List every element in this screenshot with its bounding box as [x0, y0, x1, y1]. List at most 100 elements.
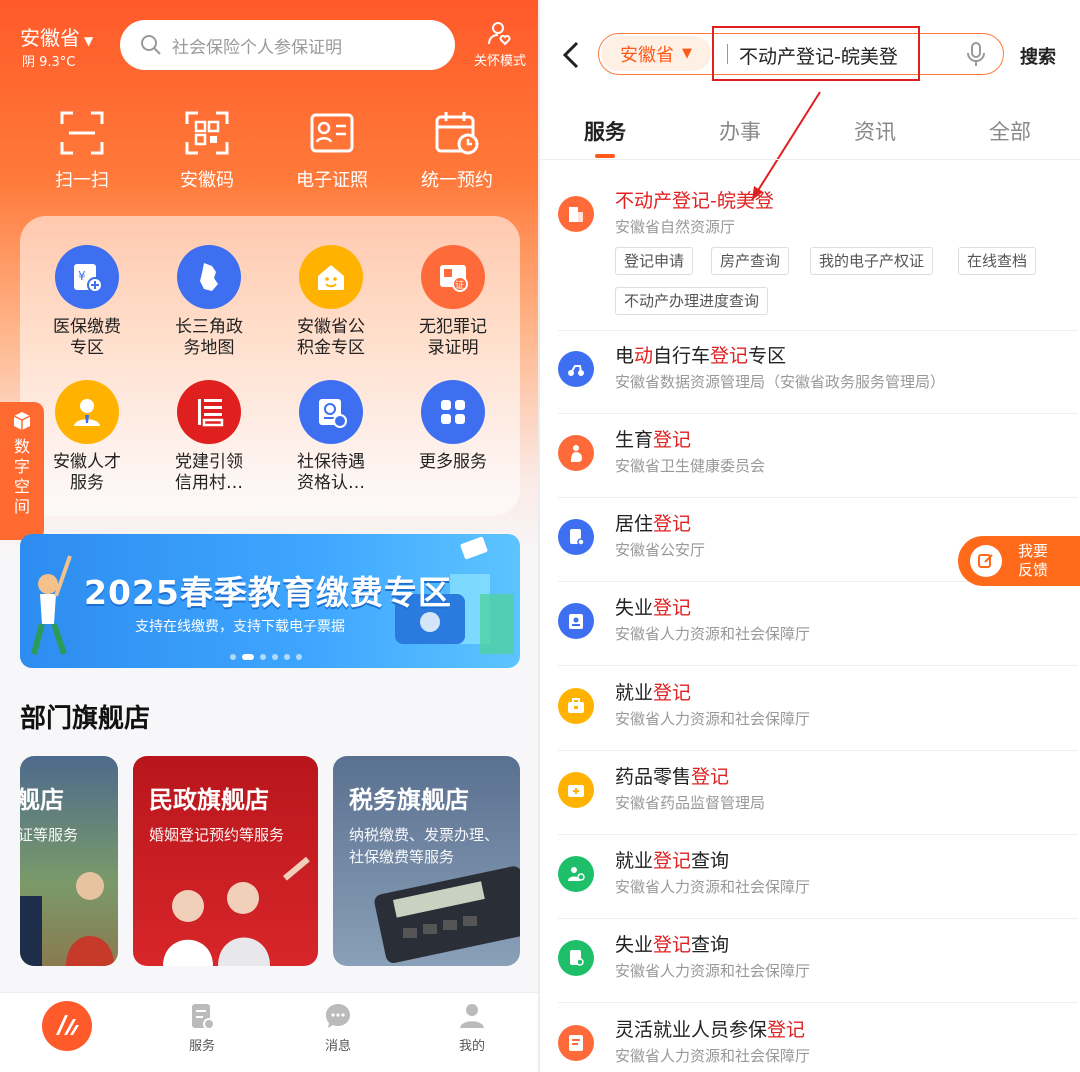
- anhui-code-button[interactable]: 安徽码: [145, 110, 269, 192]
- home-tab[interactable]: [42, 1001, 92, 1051]
- chip-e-property-cert[interactable]: 我的电子产权证: [810, 247, 934, 275]
- store-title: 民政旗舰店: [149, 786, 269, 814]
- service-label: 资格认…: [297, 473, 365, 493]
- chip-property-query[interactable]: 房产查询: [711, 247, 790, 275]
- digital-space-tab[interactable]: 数 字 空 间: [0, 402, 44, 540]
- service-social-security-qualification[interactable]: 社保待遇 资格认…: [269, 380, 393, 494]
- appointment-button[interactable]: 统一预约: [395, 110, 519, 192]
- title-text: 就业: [615, 682, 654, 704]
- result-title: 电动自行车登记专区: [615, 341, 786, 368]
- side-tab-char: 数: [13, 437, 30, 456]
- service-housing-fund[interactable]: 安徽省公 积金专区: [269, 245, 393, 359]
- cube-icon: [13, 412, 31, 430]
- services-tab[interactable]: 服务: [162, 1001, 242, 1054]
- title-highlight: 登记: [653, 597, 692, 619]
- store-photo: [20, 872, 114, 966]
- anhui-code-label: 安徽码: [180, 170, 234, 191]
- id-card-icon: [310, 113, 354, 153]
- title-text: 居住: [615, 513, 654, 535]
- service-yrd-map[interactable]: 长三角政 务地图: [147, 245, 271, 359]
- carousel-dot-active: [242, 654, 254, 660]
- document-icon: [558, 519, 594, 555]
- search-input[interactable]: 社会保险个人参保证明: [120, 20, 455, 70]
- store-card-partial[interactable]: 舰店 证等服务: [20, 756, 118, 966]
- title-highlight: 动: [634, 345, 654, 367]
- messages-tab-label: 消息: [324, 1039, 351, 1054]
- service-medical-insurance[interactable]: ¥ 医保缴费 专区: [25, 245, 149, 359]
- result-title: 就业登记: [615, 678, 691, 705]
- service-no-criminal-record[interactable]: 证 无犯罪记 录证明: [391, 245, 515, 359]
- home-screen: 安徽省 ▼ 阴 9.3°C 社会保险个人参保证明 关怀模式 扫一扫 安徽码 电子证…: [0, 0, 538, 1072]
- tab-news[interactable]: 资讯: [830, 116, 920, 146]
- carousel-dot: [260, 654, 266, 660]
- title-text: 生育: [615, 429, 654, 451]
- province-label: 安徽省: [20, 26, 80, 50]
- province-selector[interactable]: 安徽省 ▼: [601, 36, 711, 71]
- care-mode-button[interactable]: 关怀模式: [470, 20, 530, 69]
- service-more[interactable]: 更多服务: [391, 380, 515, 473]
- briefcase-icon: [558, 688, 594, 724]
- credit-village-icon: [177, 380, 241, 444]
- messages-tab[interactable]: 消息: [298, 1001, 378, 1054]
- profile-tab-label: 我的: [458, 1039, 485, 1054]
- service-label: 社保待遇: [297, 452, 365, 472]
- scan-button[interactable]: 扫一扫: [20, 110, 144, 192]
- result-department: 安徽省数据资源管理局（安徽省政务服务管理局）: [615, 373, 946, 391]
- store-title: 舰店: [20, 786, 64, 814]
- svg-text:¥: ¥: [78, 269, 86, 283]
- service-label: 积金专区: [297, 338, 365, 358]
- qr-code-icon: [185, 111, 229, 155]
- store-card-tax[interactable]: 税务旗舰店 纳税缴费、发票办理、社保缴费等服务: [333, 756, 520, 966]
- title-text: 查询: [691, 934, 730, 956]
- chip-registration-apply[interactable]: 登记申请: [615, 247, 694, 275]
- education-payment-banner[interactable]: 2025春季教育缴费专区 支持在线缴费，支持下载电子票据: [20, 534, 520, 668]
- app-logo-icon: [56, 1015, 79, 1035]
- section-title: 部门旗舰店: [20, 704, 151, 734]
- result-title: 失业登记: [615, 593, 691, 620]
- feedback-label: 我要 反馈: [1018, 542, 1048, 580]
- person-icon: [55, 380, 119, 444]
- divider: [558, 413, 1078, 414]
- result-title: 生育登记: [615, 425, 691, 452]
- tab-services[interactable]: 服务: [560, 116, 650, 158]
- tab-label: 全部: [989, 120, 1031, 144]
- microphone-icon[interactable]: [965, 41, 987, 67]
- store-card-civil-affairs[interactable]: 民政旗舰店 婚姻登记预约等服务: [133, 756, 318, 966]
- divider: [558, 665, 1078, 666]
- profile-tab[interactable]: 我的: [432, 1001, 512, 1054]
- medicine-box-icon: [558, 772, 594, 808]
- service-label: 信用村…: [175, 473, 243, 493]
- chip-online-archive[interactable]: 在线查档: [958, 247, 1037, 275]
- divider: [558, 330, 1078, 331]
- province-selector[interactable]: 安徽省 ▼: [20, 22, 93, 51]
- result-title: 不动产登记-皖美登: [615, 190, 774, 212]
- care-mode-label: 关怀模式: [473, 54, 526, 69]
- grid-icon: [421, 380, 485, 444]
- person-search-icon: [558, 856, 594, 892]
- title-highlight: 登记: [691, 766, 730, 788]
- result-title: 就业登记查询: [615, 846, 729, 873]
- feedback-button[interactable]: 我要 反馈: [958, 536, 1080, 586]
- search-icon: [141, 35, 161, 55]
- service-party-credit[interactable]: 党建引领 信用村…: [147, 380, 271, 494]
- carousel-dot: [296, 654, 302, 660]
- weather-text: 阴 9.3°C: [22, 55, 76, 70]
- tab-affairs[interactable]: 办事: [695, 116, 785, 146]
- store-desc: 纳税缴费、发票办理、社保缴费等服务: [349, 826, 500, 866]
- back-button[interactable]: [560, 40, 582, 74]
- title-text: 失业: [615, 597, 654, 619]
- result-title: 居住登记: [615, 509, 691, 536]
- title-text: 电: [615, 345, 635, 367]
- chip-progress-query[interactable]: 不动产办理进度查询: [615, 287, 769, 315]
- social-security-icon: [299, 380, 363, 444]
- svg-text:证: 证: [455, 280, 464, 291]
- e-license-button[interactable]: 电子证照: [270, 110, 394, 192]
- search-button[interactable]: 搜索: [1020, 43, 1056, 69]
- divider: [558, 1002, 1078, 1003]
- side-tab-char: 间: [13, 497, 30, 516]
- service-label: 安徽省公: [297, 317, 365, 337]
- tab-all[interactable]: 全部: [965, 116, 1055, 146]
- tab-label: 服务: [584, 120, 626, 144]
- result-department: 安徽省人力资源和社会保障厅: [615, 878, 811, 896]
- bottom-tab-bar: 服务 消息 我的: [0, 992, 538, 1072]
